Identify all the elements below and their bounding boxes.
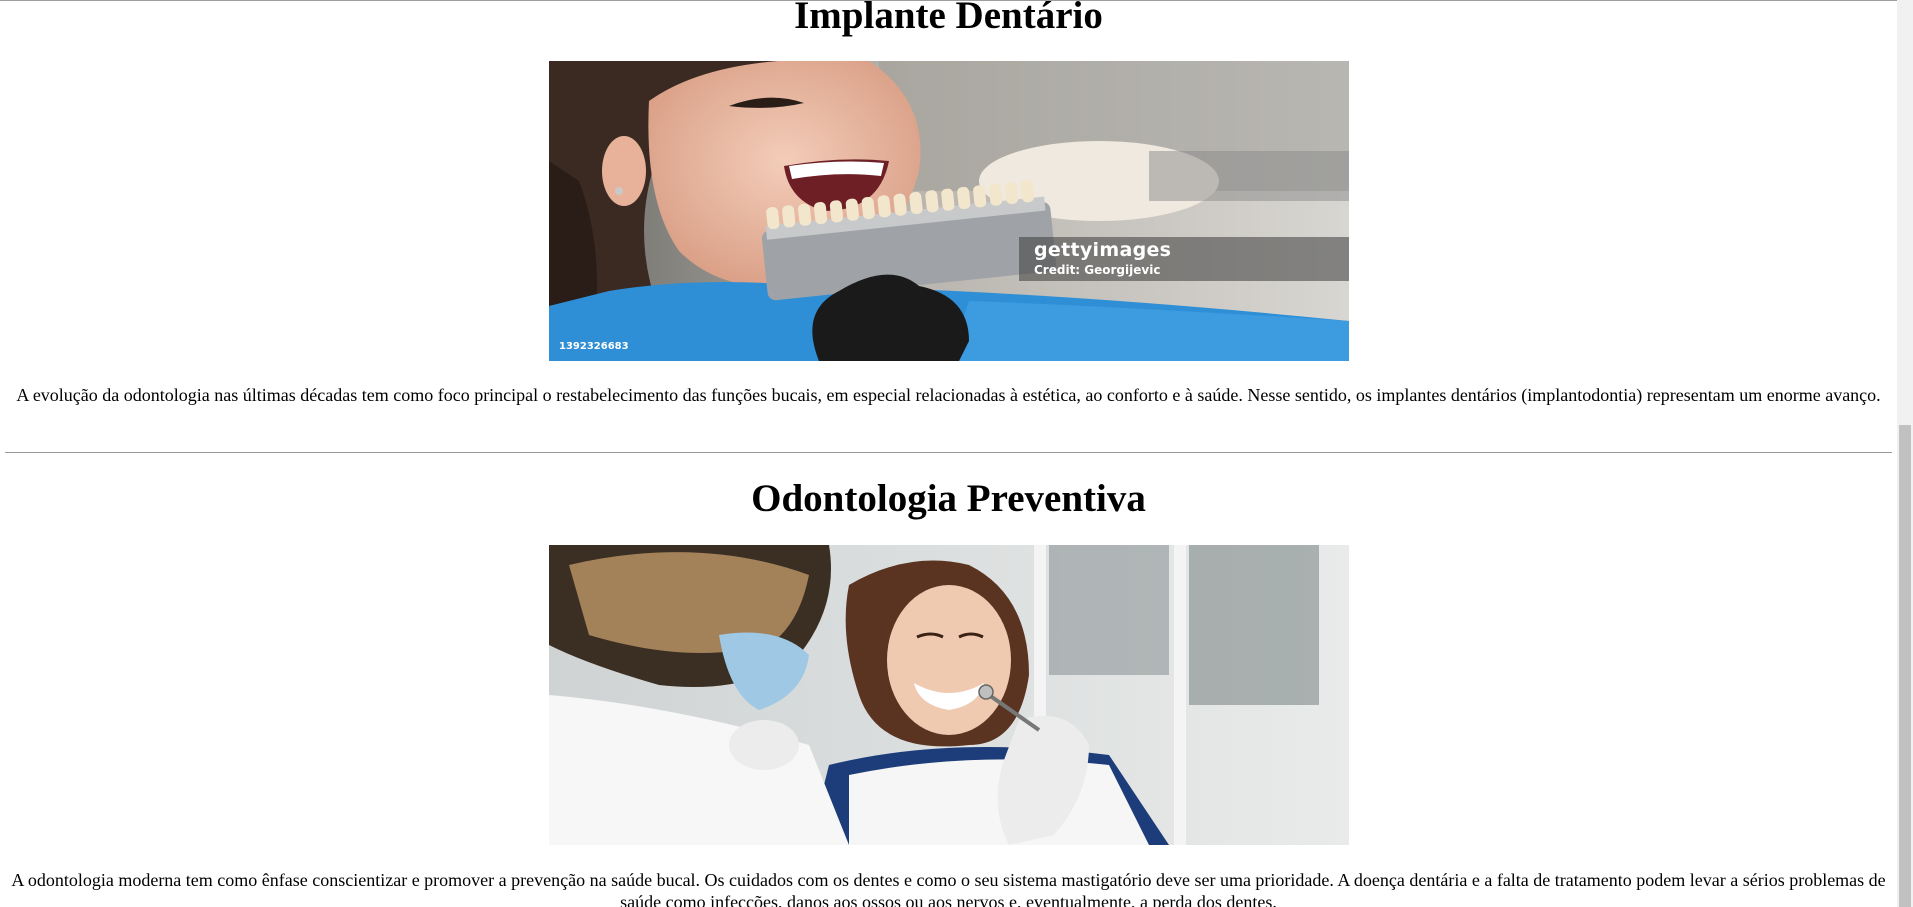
section-title: Odontologia Preventiva — [751, 477, 1146, 520]
page-content: Implante Dentário gettyimages Credit: Ge… — [0, 0, 1897, 907]
vertical-scrollbar[interactable] — [1897, 0, 1913, 907]
preventive-photo — [549, 545, 1349, 845]
getty-watermark-credit: Credit: Georgijevic — [1034, 263, 1161, 277]
getty-watermark-brand: gettyimages — [1034, 239, 1172, 261]
section-implante-text: A evolução da odontologia nas últimas dé… — [0, 384, 1897, 406]
section-body: A evolução da odontologia nas últimas dé… — [16, 385, 1881, 405]
section-preventiva-text: A odontologia moderna tem como ênfase co… — [0, 869, 1897, 907]
section-preventiva: Odontologia Preventiva — [0, 477, 1897, 521]
section-body: A odontologia moderna tem como ênfase co… — [11, 870, 1886, 907]
scrollbar-thumb[interactable] — [1899, 425, 1911, 907]
stock-image-id: 1392326683 — [559, 341, 629, 352]
implant-photo: gettyimages Credit: Georgijevic 13923266… — [549, 61, 1349, 361]
section-title: Implante Dentário — [794, 0, 1103, 37]
section-implante: Implante Dentário — [0, 0, 1897, 38]
section-divider — [5, 452, 1892, 453]
